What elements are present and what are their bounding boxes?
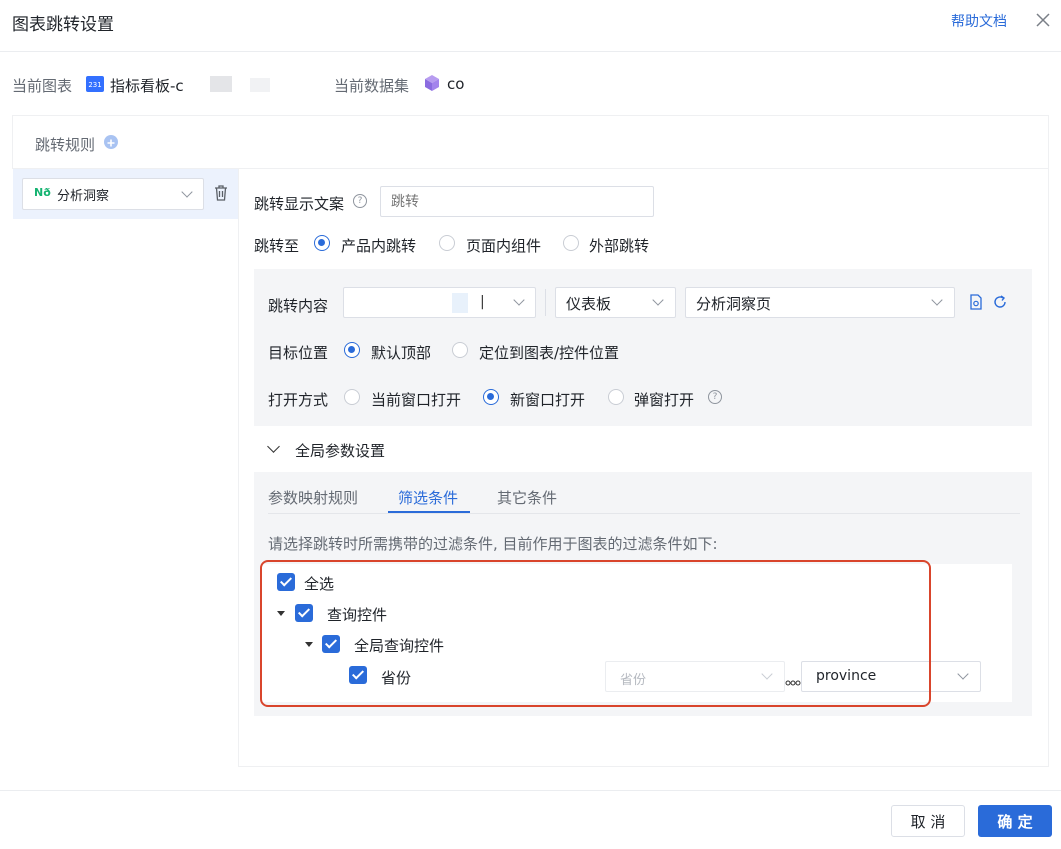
insight-icon: Nð <box>34 186 51 199</box>
filter-description: 请选择跳转时所需携带的过滤条件, 目前作用于图表的过滤条件如下: <box>268 535 718 553</box>
footer-divider <box>0 790 1061 791</box>
jump-to-option-product: 产品内跳转 <box>341 237 417 255</box>
chevron-down-icon <box>931 294 943 306</box>
target-option-top: 默认顶部 <box>371 344 432 362</box>
content-label: 跳转内容 <box>268 297 329 315</box>
trash-icon[interactable] <box>213 184 229 202</box>
target-radio-top[interactable] <box>344 342 360 358</box>
redacted-block <box>210 76 232 92</box>
cancel-button[interactable]: 取 消 <box>891 805 965 837</box>
open-option-popup: 弹窗打开 <box>634 391 695 409</box>
help-circle-icon: ? <box>353 194 367 208</box>
chevron-down-icon <box>652 294 664 306</box>
rules-header: 跳转规则 <box>35 136 96 154</box>
current-chart-value: 指标看板-c <box>110 77 184 95</box>
content-select-1[interactable]: | <box>343 287 536 318</box>
params-section-title[interactable]: 全局参数设置 <box>295 440 385 461</box>
display-text-input[interactable] <box>380 186 654 217</box>
open-radio-popup[interactable] <box>608 389 624 405</box>
header-divider <box>0 51 1061 52</box>
open-option-current: 当前窗口打开 <box>371 391 462 409</box>
jump-to-radio-external[interactable] <box>563 235 579 251</box>
content-select-2[interactable]: 仪表板 <box>555 287 676 318</box>
file-settings-icon[interactable] <box>969 294 983 310</box>
panel-divider <box>238 169 239 767</box>
tab-divider <box>268 513 1020 514</box>
jump-to-label: 跳转至 <box>254 237 300 255</box>
display-text-label: 跳转显示文案 <box>254 195 345 213</box>
open-label: 打开方式 <box>268 391 329 409</box>
tab-active-indicator <box>388 511 470 513</box>
open-radio-new[interactable] <box>483 389 499 405</box>
content-select-3[interactable]: 分析洞察页 <box>685 287 955 318</box>
chevron-down-icon <box>957 668 969 680</box>
target-option-locate: 定位到图表/控件位置 <box>479 344 620 362</box>
chevron-down-icon <box>513 294 525 306</box>
content-select-2-value: 仪表板 <box>566 295 612 313</box>
target-label: 目标位置 <box>268 344 329 362</box>
target-radio-locate[interactable] <box>452 342 468 358</box>
add-rule-icon[interactable] <box>104 135 118 149</box>
highlight-box <box>260 560 931 707</box>
jump-to-option-component: 页面内组件 <box>466 237 542 255</box>
help-circle-icon: ? <box>708 390 722 404</box>
rule-name: 分析洞察 <box>57 189 110 204</box>
jump-to-radio-component[interactable] <box>439 235 455 251</box>
redacted-block <box>250 78 270 92</box>
rule-select[interactable]: Nð 分析洞察 <box>22 178 204 210</box>
open-radio-current[interactable] <box>344 389 360 405</box>
help-link[interactable]: 帮助文档 <box>951 11 1007 31</box>
open-option-new: 新窗口打开 <box>510 391 586 409</box>
dialog-title: 图表跳转设置 <box>12 15 114 35</box>
dashboard-icon: 231 <box>86 76 104 92</box>
redacted-block <box>452 293 468 313</box>
current-dataset-label: 当前数据集 <box>334 77 410 95</box>
current-dataset-value: co <box>447 75 465 93</box>
jump-to-option-external: 外部跳转 <box>589 237 650 255</box>
text-cursor: | <box>480 294 485 310</box>
rule-list <box>12 169 238 767</box>
dataset-cube-icon <box>423 74 441 92</box>
tab-filter-conditions[interactable]: 筛选条件 <box>398 487 458 508</box>
tab-other-conditions[interactable]: 其它条件 <box>497 487 557 508</box>
close-icon[interactable] <box>1033 10 1053 30</box>
jump-to-radio-product[interactable] <box>314 235 330 251</box>
tab-param-mapping[interactable]: 参数映射规则 <box>268 487 358 508</box>
refresh-icon[interactable] <box>992 294 1008 310</box>
ok-button[interactable]: 确 定 <box>978 805 1052 837</box>
select-separator <box>545 289 546 316</box>
chevron-down-icon <box>181 186 193 198</box>
content-select-3-value: 分析洞察页 <box>696 295 772 313</box>
current-chart-label: 当前图表 <box>12 77 73 95</box>
